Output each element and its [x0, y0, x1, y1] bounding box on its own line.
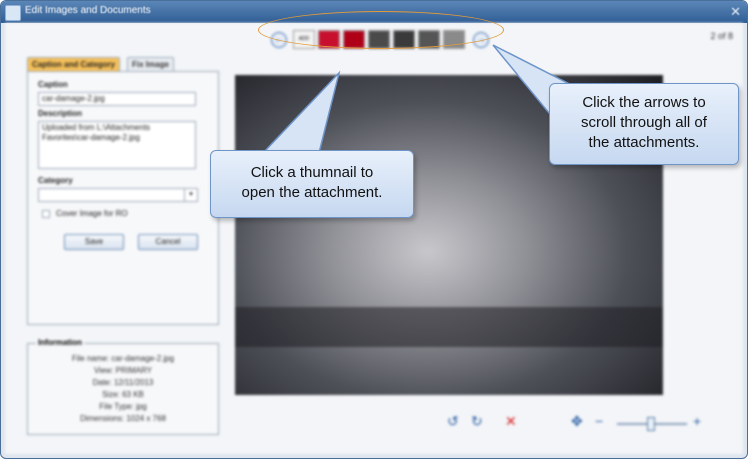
callout-line: scroll through all of	[581, 114, 707, 131]
thumbnail-callout-pointer	[261, 70, 341, 154]
arrows-callout: Click the arrows to scroll through all o…	[549, 83, 739, 165]
callout-line: Click a thumnail to	[250, 164, 374, 181]
dialog-window: Edit Images and Documents ✕ 2 of 8 ← ADD…	[0, 0, 748, 459]
callout-line: open the attachment.	[241, 184, 383, 201]
callout-pointers	[261, 44, 593, 154]
thumbnail-callout: Click a thumnail to open the attachment.	[210, 150, 414, 218]
callout-line: Click the arrows to	[582, 94, 706, 111]
callout-line: the attachments.	[588, 134, 700, 151]
